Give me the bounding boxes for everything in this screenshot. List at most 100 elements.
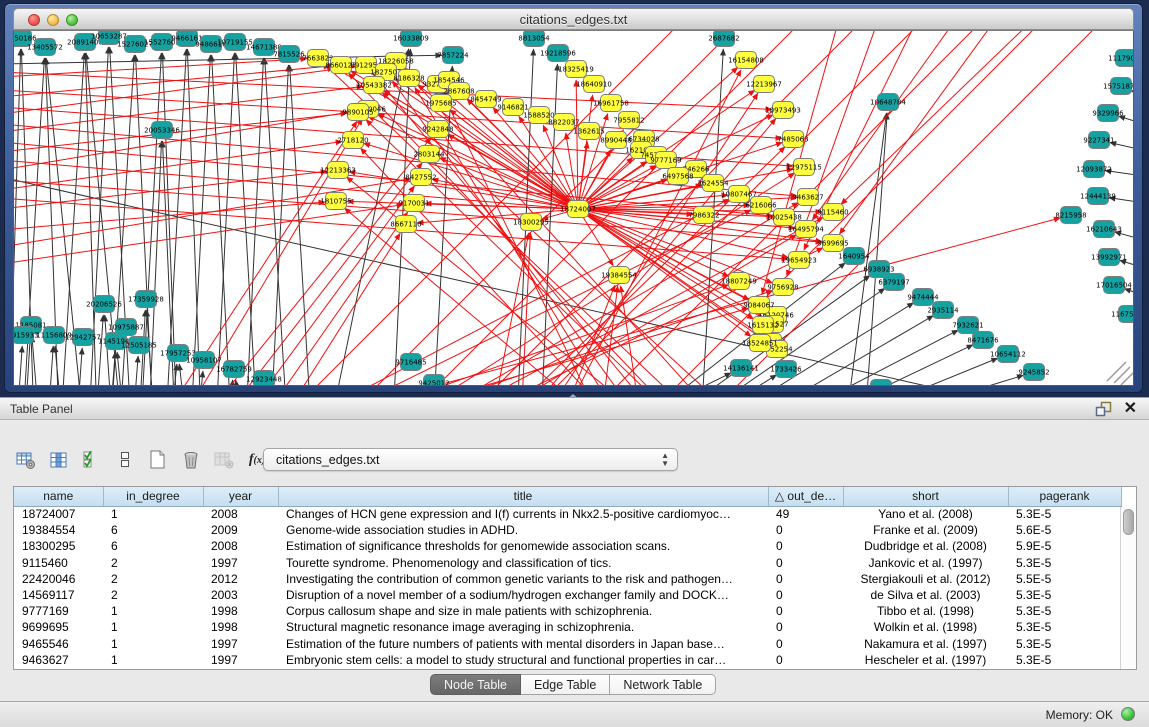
graph-node[interactable]: 1810755 [320, 193, 351, 210]
graph-node[interactable]: 8813054 [518, 31, 550, 47]
delete-table-icon[interactable] [179, 447, 203, 473]
memory-ok-icon[interactable] [1121, 707, 1135, 721]
citation-edge-red[interactable] [578, 142, 587, 209]
citation-edge-black[interactable] [171, 364, 177, 386]
citation-edge-black[interactable] [48, 346, 53, 386]
graph-node[interactable]: 20206526 [86, 296, 122, 313]
citation-edge-red[interactable] [364, 143, 578, 209]
graph-node[interactable]: 9227341 [1083, 132, 1114, 149]
graph-node[interactable]: 13992971 [1091, 249, 1127, 266]
table-row[interactable]: 1938455462009Genome-wide association stu… [14, 522, 1121, 538]
citation-edge-black[interactable] [187, 49, 201, 386]
resize-grip-icon[interactable] [1107, 362, 1134, 385]
citation-edge-red[interactable] [289, 31, 701, 386]
column-header[interactable]: short [843, 487, 1008, 506]
graph-node[interactable]: 12093872 [1076, 161, 1112, 178]
citation-edge-black[interactable] [290, 65, 311, 386]
table-row[interactable]: 911546021997Tourette syndrome. Phenomeno… [14, 555, 1121, 571]
graph-node[interactable]: 11675315 [1111, 306, 1134, 323]
citation-network-graph[interactable]: 1872400715501861340557220891406106532871… [14, 31, 1134, 386]
table-row[interactable]: 946554611997Estimation of the future num… [14, 636, 1121, 652]
graph-node[interactable]: 9716485 [395, 354, 426, 371]
graph-node[interactable]: 12975115 [786, 159, 822, 176]
tab-edge-table[interactable]: Edge Table [521, 674, 610, 695]
column-header[interactable]: in_degree [103, 487, 203, 506]
citation-edge-red[interactable] [421, 203, 798, 386]
table-scrollbar[interactable] [1120, 507, 1136, 669]
column-header[interactable]: △ out_de… [768, 487, 843, 506]
column-header[interactable]: title [278, 487, 768, 506]
graph-node[interactable]: 9245852 [1018, 364, 1049, 381]
scrollbar-thumb[interactable] [1123, 509, 1134, 535]
citation-edge-red[interactable] [221, 163, 422, 386]
table-row[interactable]: 946362711997Embryonic stem cells: a mode… [14, 652, 1121, 668]
close-panel-icon[interactable]: ✕ [1124, 400, 1137, 418]
citation-edge-red[interactable] [14, 66, 330, 97]
graph-node[interactable]: 2687682 [708, 31, 739, 47]
graph-node[interactable]: 16154808 [728, 52, 764, 69]
column-header[interactable]: name [14, 487, 103, 506]
graph-node[interactable]: 12213967 [746, 76, 782, 93]
graph-node[interactable]: 18325419 [558, 61, 594, 78]
table-row[interactable]: 1872400712008Changes of HCN gene express… [14, 506, 1121, 522]
graph-node[interactable]: 17359928 [128, 291, 164, 308]
table-row[interactable]: 1456911722003Disruption of a novel membe… [14, 587, 1121, 603]
graph-node[interactable]: 8215958 [1055, 207, 1086, 224]
citation-edge-black[interactable] [236, 380, 242, 386]
new-table-icon[interactable] [146, 447, 170, 473]
column-header[interactable]: year [203, 487, 278, 506]
rows-icon[interactable] [113, 447, 137, 473]
citation-edge-black[interactable] [236, 53, 257, 386]
graph-node[interactable]: 19654923 [781, 252, 817, 269]
graph-node[interactable]: 8471676 [967, 332, 999, 349]
table-row[interactable]: 977716911998Corpus callosum shape and si… [14, 603, 1121, 619]
citation-edge-black[interactable] [96, 315, 103, 386]
graph-node[interactable]: 9699695 [817, 235, 848, 252]
graph-node[interactable]: 9329966 [1092, 105, 1124, 122]
graph-node[interactable]: 9756928 [767, 279, 798, 296]
citation-edge-black[interactable] [17, 346, 22, 386]
float-window-icon[interactable] [1095, 401, 1112, 417]
citation-edge-black[interactable] [631, 373, 731, 386]
select-column-icon[interactable] [47, 447, 71, 473]
table-selector-dropdown[interactable]: citations_edges.txt ▲▼ [263, 448, 678, 471]
citation-edge-red[interactable] [14, 113, 347, 152]
table-row[interactable]: 1830029562008Estimation of significance … [14, 538, 1121, 554]
graph-node[interactable]: 15751874 [1103, 78, 1134, 95]
table-row[interactable]: 2242004622012Investigating the contribut… [14, 571, 1121, 587]
citation-edge-black[interactable] [1120, 260, 1134, 270]
row-selection-icon[interactable] [80, 447, 104, 473]
citation-edge-red[interactable] [576, 80, 578, 209]
graph-node[interactable]: 12444139 [1080, 188, 1116, 205]
graph-node[interactable]: 10654112 [990, 346, 1026, 363]
graph-node[interactable]: 19218596 [540, 45, 576, 62]
graph-node[interactable]: 7955812 [613, 112, 644, 129]
citation-edge-black[interactable] [110, 352, 115, 386]
citation-edge-black[interactable] [179, 364, 186, 386]
graph-node[interactable]: 1640954 [838, 248, 870, 265]
graph-node[interactable]: 7857224 [437, 47, 469, 64]
citation-edge-red[interactable] [841, 31, 1041, 204]
graph-node[interactable]: 9425012 [418, 375, 449, 387]
citation-edge-black[interactable] [1124, 289, 1134, 298]
graph-node[interactable]: 16210643 [1086, 221, 1122, 238]
citation-edge-black[interactable] [55, 346, 62, 386]
citation-edge-red[interactable] [589, 31, 1001, 386]
network-canvas[interactable]: 1872400715501861340557220891406106532871… [13, 30, 1134, 386]
graph-node[interactable]: 11179011 [1108, 50, 1134, 67]
tab-network-table[interactable]: Network Table [610, 674, 716, 695]
citation-edge-black[interactable] [246, 58, 263, 386]
citation-edge-black[interactable] [133, 356, 138, 386]
graph-node[interactable]: 20053346 [144, 122, 180, 139]
graph-node[interactable]: 17016504 [1096, 277, 1132, 294]
table-row[interactable]: 969969511998Structural magnetic resonanc… [14, 619, 1121, 635]
citation-edge-black[interactable] [1119, 116, 1134, 126]
window-titlebar[interactable]: citations_edges.txt [13, 8, 1134, 30]
column-header[interactable]: pagerank [1008, 487, 1121, 506]
graph-node[interactable]: 16033809 [393, 31, 429, 47]
citation-edge-red[interactable] [361, 308, 748, 386]
graph-node[interactable]: 16961758 [593, 95, 629, 112]
citation-edge-red[interactable] [301, 199, 729, 386]
graph-node[interactable]: 18640910 [576, 76, 612, 93]
tab-node-table[interactable]: Node Table [430, 674, 521, 695]
